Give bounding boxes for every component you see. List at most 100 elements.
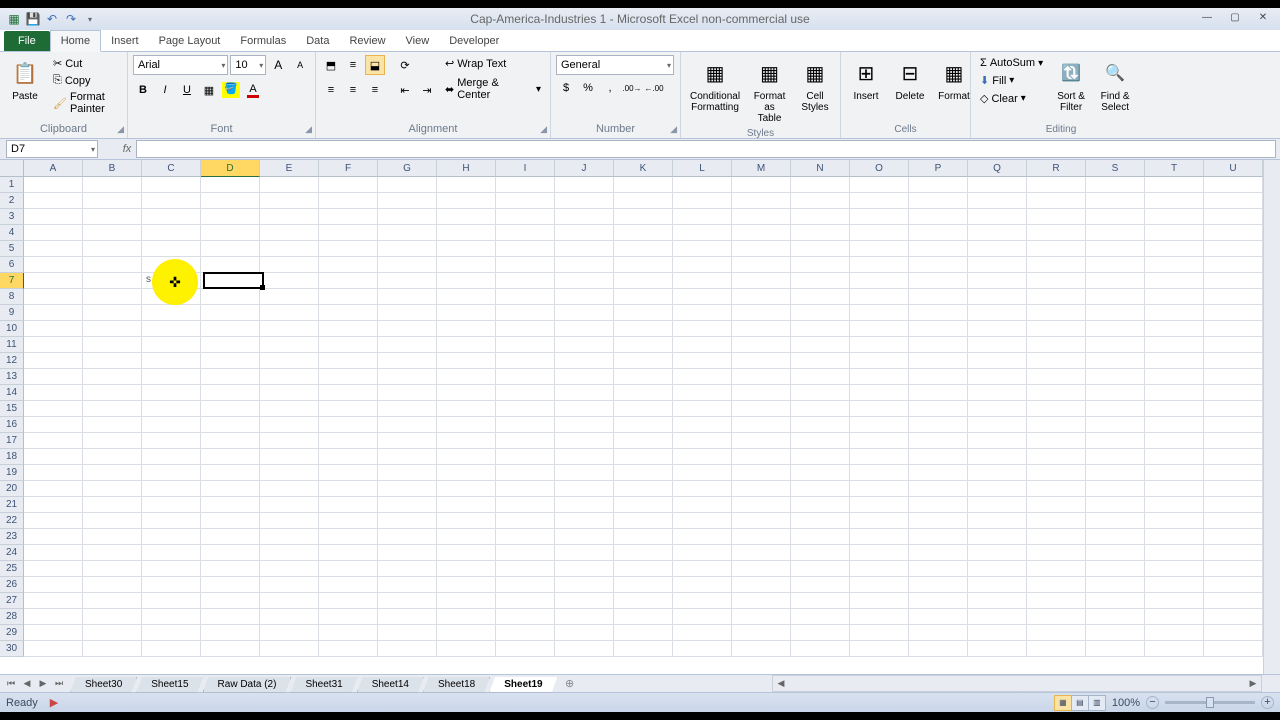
column-header[interactable]: B bbox=[83, 160, 142, 177]
column-header[interactable]: H bbox=[437, 160, 496, 177]
column-header[interactable]: A bbox=[24, 160, 83, 177]
sort-filter-button[interactable]: 🔃Sort & Filter bbox=[1051, 55, 1091, 115]
undo-icon[interactable]: ↶ bbox=[44, 11, 60, 27]
tab-home[interactable]: Home bbox=[50, 30, 101, 52]
row-header[interactable]: 10 bbox=[0, 321, 24, 337]
tab-formulas[interactable]: Formulas bbox=[230, 31, 296, 51]
column-header[interactable]: D bbox=[201, 160, 260, 177]
row-header[interactable]: 23 bbox=[0, 529, 24, 545]
cell-styles-button[interactable]: ▦Cell Styles bbox=[795, 55, 835, 115]
column-header[interactable]: C bbox=[142, 160, 201, 177]
hscroll-right[interactable]: ▶ bbox=[1245, 678, 1261, 689]
insert-cells-button[interactable]: ⊞Insert bbox=[846, 55, 886, 104]
spreadsheet-grid[interactable]: ABCDEFGHIJKLMNOPQRSTU 123456789101112131… bbox=[0, 160, 1280, 674]
sheet-tab[interactable]: Sheet14 bbox=[357, 677, 424, 693]
row-header[interactable]: 4 bbox=[0, 225, 24, 241]
page-layout-view-button[interactable]: ▤ bbox=[1071, 695, 1089, 711]
align-left-button[interactable]: ≡ bbox=[321, 80, 341, 100]
paste-button[interactable]: 📋 Paste bbox=[5, 55, 45, 104]
decrease-indent-button[interactable]: ⇤ bbox=[395, 80, 415, 100]
column-header[interactable]: K bbox=[614, 160, 673, 177]
formula-input[interactable] bbox=[136, 140, 1276, 158]
bold-button[interactable]: B bbox=[133, 80, 153, 100]
merge-center-button[interactable]: ⬌Merge & Center ▾ bbox=[441, 75, 545, 103]
row-header[interactable]: 12 bbox=[0, 353, 24, 369]
column-header[interactable]: Q bbox=[968, 160, 1027, 177]
horizontal-scrollbar[interactable]: ◀ ▶ bbox=[772, 675, 1262, 692]
conditional-formatting-button[interactable]: ▦Conditional Formatting bbox=[686, 55, 744, 115]
copy-button[interactable]: ⎘Copy bbox=[49, 72, 122, 89]
row-header[interactable]: 9 bbox=[0, 305, 24, 321]
qat-more-icon[interactable]: ▾ bbox=[82, 11, 98, 27]
row-header[interactable]: 27 bbox=[0, 593, 24, 609]
format-painter-button[interactable]: 🖌Format Painter bbox=[49, 89, 122, 117]
column-header[interactable]: P bbox=[909, 160, 968, 177]
row-header[interactable]: 19 bbox=[0, 465, 24, 481]
align-right-button[interactable]: ≡ bbox=[365, 80, 385, 100]
column-header[interactable]: M bbox=[732, 160, 791, 177]
new-sheet-button[interactable]: ⊕ bbox=[561, 677, 579, 690]
align-center-button[interactable]: ≡ bbox=[343, 80, 363, 100]
column-header[interactable]: O bbox=[850, 160, 909, 177]
row-header[interactable]: 11 bbox=[0, 337, 24, 353]
row-header[interactable]: 22 bbox=[0, 513, 24, 529]
row-header[interactable]: 7 bbox=[0, 273, 24, 289]
row-header[interactable]: 14 bbox=[0, 385, 24, 401]
cut-button[interactable]: ✂Cut bbox=[49, 55, 122, 72]
sheet-tab[interactable]: Sheet19 bbox=[489, 677, 557, 693]
tab-view[interactable]: View bbox=[396, 31, 440, 51]
macro-record-icon[interactable]: ▶ bbox=[50, 696, 58, 709]
row-header[interactable]: 18 bbox=[0, 449, 24, 465]
autosum-button[interactable]: ΣAutoSum ▾ bbox=[976, 55, 1047, 71]
row-header[interactable]: 17 bbox=[0, 433, 24, 449]
sheet-nav-first[interactable]: ⏮ bbox=[4, 678, 18, 689]
find-select-button[interactable]: 🔍Find & Select bbox=[1095, 55, 1135, 115]
zoom-in-button[interactable]: + bbox=[1261, 696, 1274, 709]
tab-review[interactable]: Review bbox=[339, 31, 395, 51]
close-button[interactable]: ✕ bbox=[1250, 9, 1276, 25]
grow-font-button[interactable]: A bbox=[268, 55, 288, 75]
zoom-out-button[interactable]: − bbox=[1146, 696, 1159, 709]
row-header[interactable]: 29 bbox=[0, 625, 24, 641]
page-break-view-button[interactable]: ▥ bbox=[1088, 695, 1106, 711]
tab-insert[interactable]: Insert bbox=[101, 31, 149, 51]
percent-button[interactable]: % bbox=[578, 78, 598, 98]
vertical-scrollbar[interactable] bbox=[1263, 160, 1280, 674]
sheet-nav-prev[interactable]: ◀ bbox=[20, 678, 34, 689]
sheet-tab[interactable]: Sheet18 bbox=[423, 677, 490, 693]
tab-file[interactable]: File bbox=[4, 31, 50, 51]
sheet-tab[interactable]: Sheet15 bbox=[136, 677, 203, 693]
row-header[interactable]: 8 bbox=[0, 289, 24, 305]
sheet-tab[interactable]: Sheet30 bbox=[70, 677, 137, 693]
decrease-decimal-button[interactable]: ←.00 bbox=[644, 78, 664, 98]
italic-button[interactable]: I bbox=[155, 80, 175, 100]
font-color-button[interactable]: A bbox=[243, 80, 263, 100]
alignment-launcher[interactable]: ◢ bbox=[540, 124, 547, 135]
clear-button[interactable]: ◇Clear ▾ bbox=[976, 90, 1047, 107]
delete-cells-button[interactable]: ⊟Delete bbox=[890, 55, 930, 104]
align-top-button[interactable]: ⬒ bbox=[321, 55, 341, 75]
redo-icon[interactable]: ↷ bbox=[63, 11, 79, 27]
tab-page-layout[interactable]: Page Layout bbox=[149, 31, 231, 51]
row-headers[interactable]: 1234567891011121314151617181920212223242… bbox=[0, 177, 24, 674]
format-cells-button[interactable]: ▦Format bbox=[934, 55, 974, 104]
column-header[interactable]: F bbox=[319, 160, 378, 177]
column-header[interactable]: E bbox=[260, 160, 319, 177]
column-header[interactable]: J bbox=[555, 160, 614, 177]
column-header[interactable]: L bbox=[673, 160, 732, 177]
row-header[interactable]: 30 bbox=[0, 641, 24, 657]
row-header[interactable]: 3 bbox=[0, 209, 24, 225]
row-header[interactable]: 20 bbox=[0, 481, 24, 497]
row-header[interactable]: 25 bbox=[0, 561, 24, 577]
row-header[interactable]: 16 bbox=[0, 417, 24, 433]
normal-view-button[interactable]: ▦ bbox=[1054, 695, 1072, 711]
row-header[interactable]: 21 bbox=[0, 497, 24, 513]
cells-area[interactable]: s ✜ bbox=[24, 177, 1263, 674]
zoom-level[interactable]: 100% bbox=[1112, 697, 1140, 709]
wrap-text-button[interactable]: ↩Wrap Text bbox=[441, 55, 545, 72]
font-family-combo[interactable]: Arial bbox=[133, 55, 228, 75]
hscroll-left[interactable]: ◀ bbox=[773, 678, 789, 689]
number-format-combo[interactable]: General bbox=[556, 55, 674, 75]
row-header[interactable]: 1 bbox=[0, 177, 24, 193]
sheet-nav-next[interactable]: ▶ bbox=[36, 678, 50, 689]
